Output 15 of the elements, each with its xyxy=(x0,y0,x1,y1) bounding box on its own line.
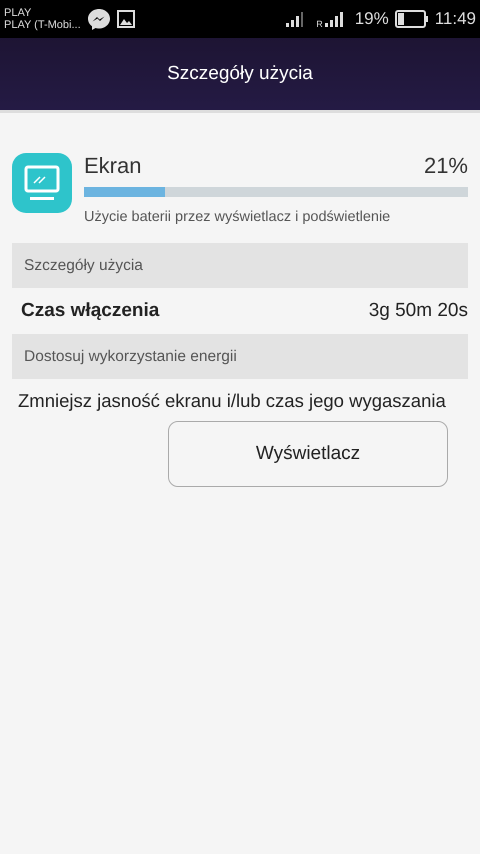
hint-text: Zmniejsz jasność ekranu i/lub czas jego wygaszania xyxy=(17,389,447,412)
display-button[interactable]: Wyświetlacz xyxy=(168,421,448,487)
detail-value: 3g 50m 20s xyxy=(368,300,468,322)
usage-percent: 21% xyxy=(424,153,468,179)
section-header: Dostosuj wykorzystanie energii xyxy=(12,334,468,379)
carrier-name: PLAY xyxy=(4,7,32,19)
clock: 11:49 xyxy=(434,9,476,29)
section-header: Szczegóły użycia xyxy=(12,243,468,288)
usage-description: Użycie baterii przez wyświetlacz i podświetlenie xyxy=(84,209,392,225)
page-title: Szczegóły użycia xyxy=(167,63,313,85)
detail-label: Czas włączenia xyxy=(21,300,160,322)
app-name: Ekran xyxy=(84,153,142,179)
battery-percent: 19% xyxy=(354,9,389,29)
roaming-indicator: R xyxy=(316,19,323,29)
carrier-name: PLAY (T-Mobi... xyxy=(4,19,81,31)
